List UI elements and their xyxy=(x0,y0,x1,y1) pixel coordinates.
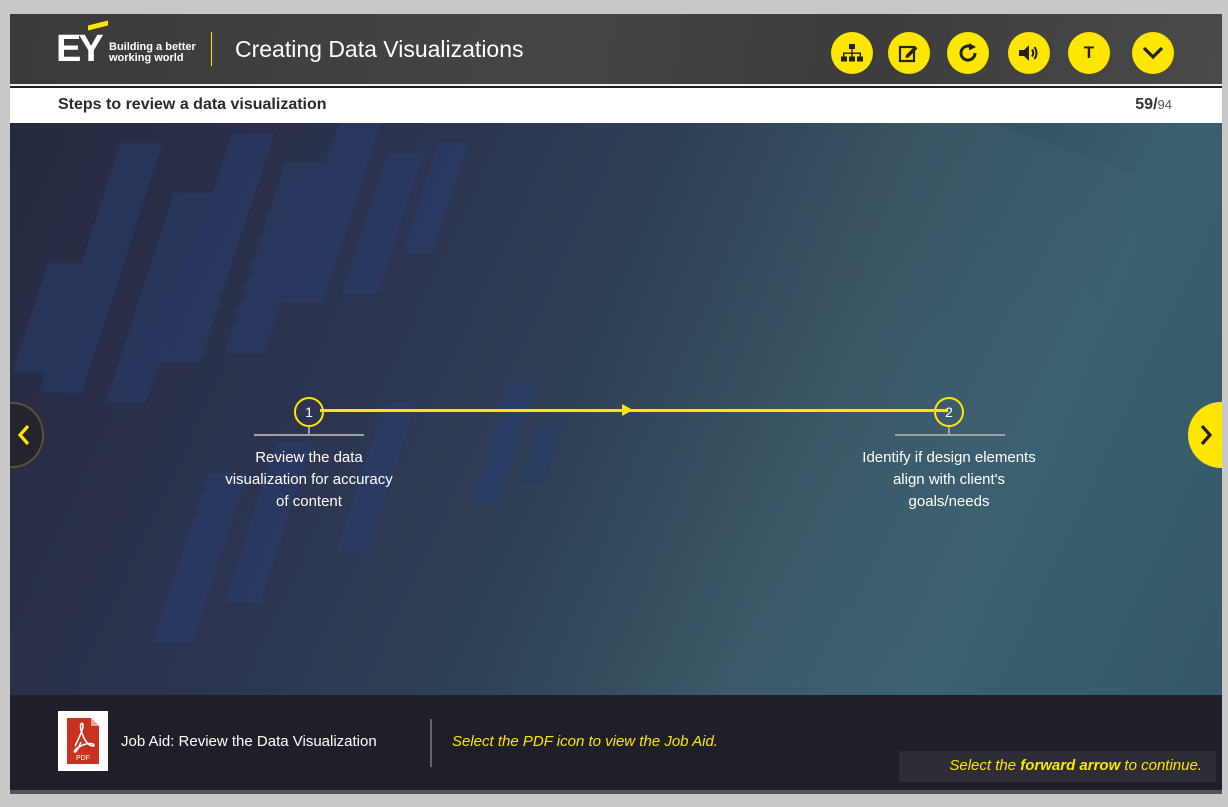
continue-prompt: Select the forward arrow to continue. xyxy=(899,751,1216,782)
forward-arrow-button[interactable] xyxy=(1188,402,1222,468)
sitemap-icon xyxy=(841,44,863,62)
continue-emphasis: forward arrow xyxy=(1020,757,1121,774)
header-bar: EY Building a better working world Creat… xyxy=(10,14,1222,86)
background-bar xyxy=(470,383,538,503)
footer-divider xyxy=(430,719,432,767)
notes-button[interactable] xyxy=(888,32,930,74)
transcript-icon: T xyxy=(1083,43,1095,62)
replay-icon xyxy=(959,43,977,62)
continue-text: Select the forward arrow to continue. xyxy=(949,757,1202,774)
page-total: 94 xyxy=(1157,97,1172,112)
pdf-icon-label: PDF xyxy=(76,755,90,762)
chevron-down-icon xyxy=(1142,46,1164,60)
footer-bar: PDF Job Aid: Review the Data Visualizati… xyxy=(10,695,1222,794)
sitemap-button[interactable] xyxy=(831,32,873,74)
continue-prefix: Select the xyxy=(949,757,1021,774)
transcript-button[interactable]: T xyxy=(1068,32,1110,74)
step-2-number: 2 xyxy=(934,397,964,427)
course-title: Creating Data Visualizations xyxy=(235,36,524,62)
more-menu-button[interactable] xyxy=(1132,32,1174,74)
chevron-left-icon xyxy=(17,424,30,446)
timeline-arrowhead xyxy=(622,404,633,416)
slide-title: Steps to review a data visualization xyxy=(58,96,327,113)
replay-button[interactable] xyxy=(947,32,989,74)
chevron-right-icon xyxy=(1200,424,1213,446)
page-current: 59 xyxy=(1135,96,1154,113)
continue-suffix: to continue. xyxy=(1120,757,1202,774)
back-arrow-button[interactable] xyxy=(10,402,44,468)
slide-title-bar: Steps to review a data visualization 59/… xyxy=(10,88,1222,123)
step-2-rule xyxy=(895,434,1005,436)
job-aid-label: Job Aid: Review the Data Visualization xyxy=(121,733,377,750)
step-2-text: Identify if design elements align with c… xyxy=(862,449,1036,510)
slide-stage: 1 Review the data visualization for accu… xyxy=(10,123,1222,695)
course-player: EY Building a better working world Creat… xyxy=(10,14,1222,794)
job-aid-hint: Select the PDF icon to view the Job Aid. xyxy=(452,733,718,750)
page-counter: 59/94 xyxy=(1135,96,1172,114)
bottom-strip xyxy=(10,790,1222,794)
logo-tagline-line-2: working world xyxy=(109,52,184,64)
audio-button[interactable] xyxy=(1008,32,1050,74)
step-1-text: Review the data visualization for accura… xyxy=(225,449,393,510)
timeline-connector xyxy=(320,409,948,412)
logo-tagline: Building a better working world xyxy=(109,42,199,64)
logo-divider xyxy=(211,32,212,66)
pdf-icon: PDF xyxy=(67,718,99,764)
step-1-number: 1 xyxy=(294,397,324,427)
speaker-icon xyxy=(1019,45,1038,61)
step-1-rule xyxy=(254,434,364,436)
edit-note-icon xyxy=(898,45,918,63)
ey-logo: EY xyxy=(56,28,104,70)
job-aid-pdf-button[interactable]: PDF xyxy=(58,711,108,771)
